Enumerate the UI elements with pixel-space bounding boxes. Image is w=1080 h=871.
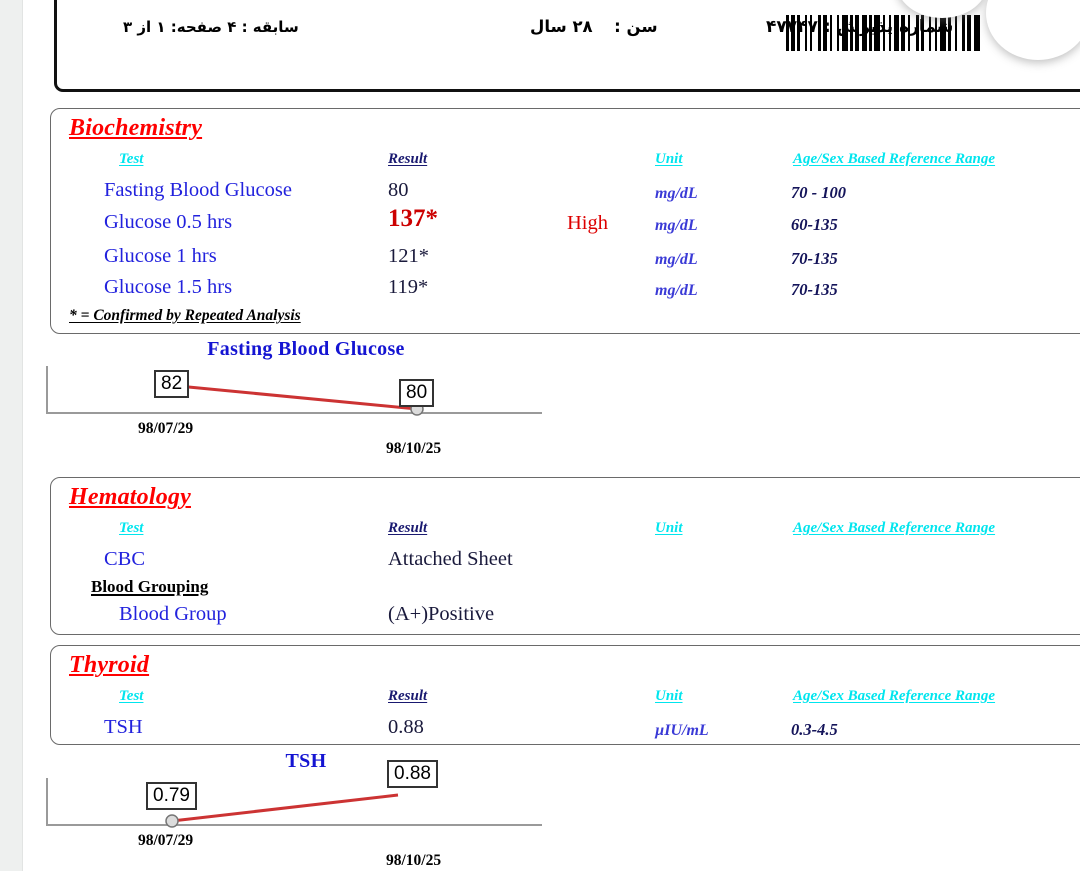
table-row-result: Attached Sheet <box>388 548 513 570</box>
table-row-unit: mg/dL <box>655 282 698 299</box>
patient-age-label: سن : <box>614 17 658 36</box>
table-row-result: 137* <box>388 205 438 232</box>
column-header-range: Age/Sex Based Reference Range <box>793 151 996 167</box>
table-row-result: (A+)Positive <box>388 603 495 625</box>
section-thyroid: Thyroid Test Result Unit Age/Sex Based R… <box>50 645 1080 745</box>
chart-point-label: 82 <box>154 370 190 398</box>
column-header-result: Result <box>388 520 428 536</box>
table-row-range: 0.3-4.5 <box>791 720 838 739</box>
column-header-result: Result <box>388 151 428 167</box>
chart-x-tick-label: 98/07/29 <box>138 420 194 437</box>
chart-x-tick-label: 98/07/29 <box>138 832 194 849</box>
history-page-info: سابقه : ۴ صفحه: ۱ از ۳ <box>123 18 299 36</box>
column-header-test: Test <box>119 151 144 167</box>
table-row-test-name: Glucose 0.5 hrs <box>104 211 233 233</box>
table-row-range: 70-135 <box>791 249 838 268</box>
table-row-unit: mg/dL <box>655 185 698 202</box>
table-row-test-name: TSH <box>104 716 143 738</box>
chart-series-line <box>165 793 399 828</box>
table-row-unit: µIU/mL <box>655 722 709 739</box>
table-row-range: 60-135 <box>791 215 838 234</box>
chart-x-tick-label: 98/10/25 <box>386 852 442 869</box>
chart-point-label: 0.79 <box>146 782 197 810</box>
chart-point-label: 0.88 <box>387 760 438 788</box>
table-row-unit: mg/dL <box>655 217 698 234</box>
patient-age-value: ۲۸ سال <box>530 17 593 36</box>
table-row-test-name: Glucose 1 hrs <box>104 245 217 267</box>
column-header-range: Age/Sex Based Reference Range <box>793 688 996 704</box>
table-row-test-name: Blood Group <box>119 603 227 625</box>
table-row-result: 119* <box>388 276 429 298</box>
chart-title: Fasting Blood Glucose <box>207 338 405 360</box>
chart-point-label: 80 <box>399 379 435 407</box>
repeated-analysis-footnote: * = Confirmed by Repeated Analysis <box>69 307 301 324</box>
page-left-gutter <box>23 0 33 871</box>
column-header-unit: Unit <box>655 520 683 536</box>
table-row-range: 70 - 100 <box>791 183 846 202</box>
subheading-blood-grouping: Blood Grouping <box>91 577 209 596</box>
column-header-unit: Unit <box>655 688 683 704</box>
chart-series-line <box>177 384 424 416</box>
status-badge: High <box>567 212 608 234</box>
trend-chart-tsh: TSH 0.79 0.88 98/07/29 98/10/25 <box>46 750 566 871</box>
trend-chart-fasting-blood-glucose: Fasting Blood Glucose 82 80 98/07/29 98/… <box>46 338 566 463</box>
column-header-unit: Unit <box>655 151 683 167</box>
section-hematology: Hematology Test Result Unit Age/Sex Base… <box>50 477 1080 635</box>
table-row-test-name: Glucose 1.5 hrs <box>104 276 233 298</box>
table-row-test-name: Fasting Blood Glucose <box>104 179 292 201</box>
table-row-result: 0.88 <box>388 716 424 738</box>
table-row-range: 70-135 <box>791 280 838 299</box>
table-row-test-name: CBC <box>104 548 146 570</box>
section-title-biochemistry: Biochemistry <box>69 115 203 141</box>
column-header-result: Result <box>388 688 428 704</box>
section-biochemistry: Biochemistry Test Result Unit Age/Sex Ba… <box>50 108 1080 334</box>
table-row-unit: mg/dL <box>655 251 698 268</box>
chart-title: TSH <box>285 750 327 772</box>
column-header-range: Age/Sex Based Reference Range <box>793 520 996 536</box>
lab-report-page: سابقه : ۴ صفحه: ۱ از ۳ سن : ۲۸ سال شماره… <box>0 0 1080 871</box>
table-row-result: 121* <box>388 245 429 267</box>
column-header-test: Test <box>119 688 144 704</box>
barcode-image <box>786 15 980 51</box>
column-header-test: Test <box>119 520 144 536</box>
section-title-hematology: Hematology <box>69 484 191 510</box>
page-left-margin <box>0 0 23 871</box>
section-title-thyroid: Thyroid <box>69 652 150 678</box>
patient-age: سن : ۲۸ سال <box>530 17 658 36</box>
chart-x-tick-label: 98/10/25 <box>386 440 442 457</box>
table-row-result: 80 <box>388 179 409 201</box>
